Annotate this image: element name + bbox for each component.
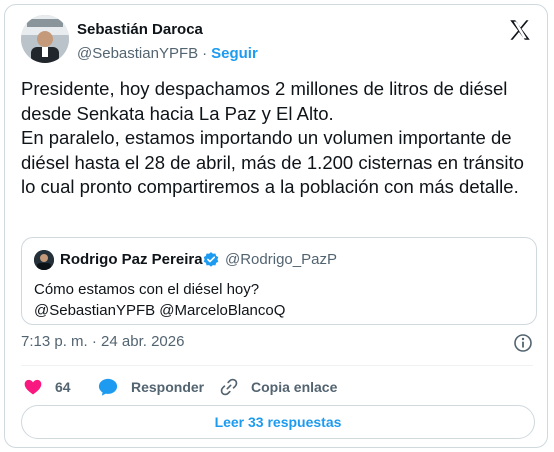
quoted-author-handle[interactable]: @Rodrigo_PazP (225, 251, 337, 268)
x-logo-icon[interactable] (507, 17, 533, 43)
copy-link-label: Copia enlace (251, 379, 338, 395)
author-handle[interactable]: @SebastianYPFB (77, 45, 198, 62)
action-bar: 64 Responder Copia enlace (21, 373, 533, 401)
link-icon (220, 378, 238, 396)
author-avatar[interactable] (21, 15, 69, 63)
tweet-text: Presidente, hoy despachamos 2 millones d… (21, 78, 524, 197)
like-button[interactable]: 64 (23, 373, 71, 401)
read-replies-button[interactable]: Leer 33 respuestas (21, 405, 535, 439)
reply-button[interactable]: Responder (97, 373, 204, 401)
reply-bubble-icon (98, 378, 118, 396)
heart-icon (24, 379, 42, 395)
tweet-header: Sebastián Daroca @SebastianYPFB · Seguir (21, 15, 533, 67)
quoted-author-avatar[interactable] (34, 250, 54, 270)
tweet-card: Sebastián Daroca @SebastianYPFB · Seguir P… (4, 4, 548, 448)
quoted-text: Cómo estamos con el diésel hoy? @Sebasti… (34, 281, 286, 319)
quoted-author-name[interactable]: Rodrigo Paz Pereira (60, 251, 203, 268)
like-count: 64 (55, 379, 71, 395)
copy-link-button[interactable]: Copia enlace (219, 373, 337, 401)
verified-badge-icon (202, 251, 220, 269)
divider (21, 365, 533, 366)
reply-label: Responder (131, 379, 205, 395)
quoted-tweet[interactable]: Rodrigo Paz Pereira @Rodrigo_PazP Cómo e… (21, 237, 537, 325)
info-icon[interactable] (513, 333, 533, 353)
follow-button[interactable]: Seguir (211, 45, 258, 62)
tweet-timestamp[interactable]: 7:13 p. m. · 24 abr. 2026 (21, 333, 184, 350)
separator-dot: · (202, 45, 208, 62)
author-handle-row: @SebastianYPFB · Seguir (77, 45, 258, 62)
author-name[interactable]: Sebastián Daroca (77, 21, 203, 38)
